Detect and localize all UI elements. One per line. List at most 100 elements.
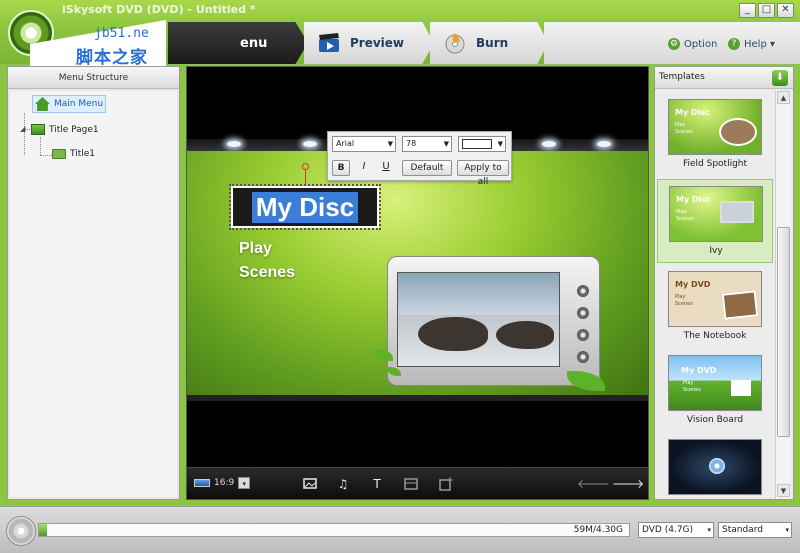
default-button[interactable]: Default [402, 160, 452, 176]
tv-knob-icon [577, 329, 589, 341]
tab-menu[interactable]: enu [168, 22, 308, 64]
template-thumbnail: My DVD Play Scenes [668, 355, 762, 411]
templates-header: Templates ⬇ [655, 67, 793, 89]
template-name: The Notebook [683, 331, 747, 341]
tv-frame [387, 256, 600, 386]
tab-preview-label: Preview [350, 36, 405, 50]
disc-title-textbox[interactable]: My Disc [229, 184, 381, 230]
watermark-text: 脚本之家 [76, 48, 148, 68]
italic-button[interactable]: I [356, 160, 372, 176]
window-controls: _ □ ✕ [739, 3, 794, 18]
move-handle-icon[interactable] [302, 163, 309, 170]
menu-button-scenes[interactable]: Scenes [239, 264, 295, 282]
font-toolbar: Arial ▼ 78 ▼ ▼ B I U Default Apply to al… [327, 131, 512, 187]
seal-image [496, 321, 554, 349]
template-item-vision-board[interactable]: My DVD Play Scenes Vision Board [657, 349, 773, 433]
chevron-down-icon: ▾ [707, 526, 711, 534]
home-icon [35, 97, 50, 111]
tree-item-main-menu[interactable]: Main Menu [32, 95, 107, 113]
stage-top [187, 67, 648, 137]
music-icon[interactable]: ♫ [336, 477, 350, 491]
scrollbar-thumb[interactable] [777, 227, 790, 437]
close-button[interactable]: ✕ [777, 3, 794, 18]
help-label: Help ▾ [744, 38, 775, 50]
disc-usage-text: 59M/4.30G [573, 525, 623, 535]
help-icon: ? [728, 38, 740, 50]
add-text-icon[interactable]: T [370, 477, 384, 491]
templates-list: My Disc Play Scenes Field Spotlight My D… [657, 91, 773, 499]
tab-burn[interactable]: Burn [430, 22, 548, 64]
tree-item-title-page1[interactable]: ◢ Title Page1 [20, 124, 99, 135]
scroll-down-icon[interactable]: ▼ [777, 484, 790, 497]
bold-button[interactable]: B [332, 160, 350, 176]
next-arrow-icon[interactable]: 🡒 [612, 477, 644, 491]
chevron-down-icon: ▾ [785, 526, 789, 534]
tv-knob-icon [577, 351, 589, 363]
template-thumbnail [668, 439, 762, 495]
template-item-field-spotlight[interactable]: My Disc Play Scenes Field Spotlight [657, 93, 773, 177]
tree-connector [40, 137, 41, 155]
option-label: Option [684, 38, 718, 50]
color-swatch [462, 139, 492, 149]
seal-image [418, 317, 488, 351]
disc-type-select[interactable]: DVD (4.7G) ▾ [638, 522, 714, 538]
disc-usage-bar: 59M/4.30G [38, 523, 630, 537]
template-item-ivy[interactable]: My Disc Play Scenes Ivy [657, 179, 773, 263]
clapper-icon [318, 32, 340, 54]
menu-tree: Main Menu ◢ Title Page1 Title1 [10, 91, 177, 497]
templates-scrollbar[interactable]: ▲ ▼ [775, 91, 791, 499]
quality-value: Standard [722, 525, 763, 535]
template-thumbnail: My Disc Play Scenes [669, 186, 763, 242]
menu-button-play[interactable]: Play [239, 240, 272, 258]
gear-icon: ⚙ [668, 38, 680, 50]
spotlight-icon [597, 141, 611, 147]
tab-preview[interactable]: Preview [304, 22, 434, 64]
font-size-select[interactable]: 78 ▼ [402, 136, 452, 152]
template-item-the-notebook[interactable]: My DVD Play Scenes The Notebook [657, 265, 773, 349]
template-item-dark[interactable] [657, 433, 773, 499]
font-color-select[interactable]: ▼ [458, 136, 506, 152]
minimize-button[interactable]: _ [739, 3, 756, 18]
scroll-up-icon[interactable]: ▲ [777, 91, 790, 104]
templates-panel: Templates ⬇ My Disc Play Scenes Field Sp… [654, 66, 794, 500]
aspect-ratio-select[interactable]: 16:9 ▾ [194, 477, 251, 489]
chevron-down-icon: ▼ [497, 140, 503, 148]
quality-select[interactable]: Standard ▾ [718, 522, 792, 538]
chapter-icon[interactable] [404, 477, 418, 491]
chevron-down-icon: ▼ [443, 140, 449, 148]
template-thumbnail: My DVD Play Scenes [668, 271, 762, 327]
background-icon[interactable] [303, 477, 317, 491]
help-link[interactable]: ? Help ▾ [728, 38, 775, 50]
stage-bottom [187, 395, 648, 467]
add-title-icon[interactable] [439, 477, 453, 491]
prev-arrow-icon[interactable]: 🡐 [577, 477, 609, 491]
chevron-down-icon[interactable]: ▾ [238, 477, 251, 489]
templates-title: Templates [659, 72, 705, 82]
disc-usage-fill [39, 524, 48, 536]
tree-item-label: Main Menu [54, 99, 104, 109]
folder-icon [52, 149, 66, 159]
move-handle-line [305, 170, 306, 186]
font-family-select[interactable]: Arial ▼ [332, 136, 396, 152]
page-icon [31, 124, 45, 135]
maximize-button[interactable]: □ [758, 3, 775, 18]
disc-icon [709, 458, 725, 474]
option-link[interactable]: ⚙ Option [668, 38, 717, 50]
video-thumbnail[interactable] [397, 272, 560, 367]
spotlight-icon [542, 141, 556, 147]
template-name: Field Spotlight [682, 159, 748, 169]
status-bar: 59M/4.30G DVD (4.7G) ▾ Standard ▾ [0, 506, 800, 553]
watermark-url: jb51.ne [94, 26, 149, 41]
expand-icon[interactable]: ◢ [20, 126, 27, 133]
menu-structure-panel: Menu Structure Main Menu ◢ Title Page1 T… [7, 66, 180, 500]
tv-knob-icon [577, 307, 589, 319]
tab-burn-label: Burn [476, 36, 509, 50]
tree-item-title1[interactable]: Title1 [52, 149, 95, 159]
apply-to-all-button[interactable]: Apply to all [457, 160, 509, 187]
underline-button[interactable]: U [378, 160, 394, 176]
burn-disc-icon [444, 32, 466, 54]
aspect-ratio-value: 16:9 [214, 478, 235, 488]
download-icon[interactable]: ⬇ [772, 70, 788, 86]
tv-knob-icon [577, 285, 589, 297]
spotlight-icon [227, 141, 241, 147]
